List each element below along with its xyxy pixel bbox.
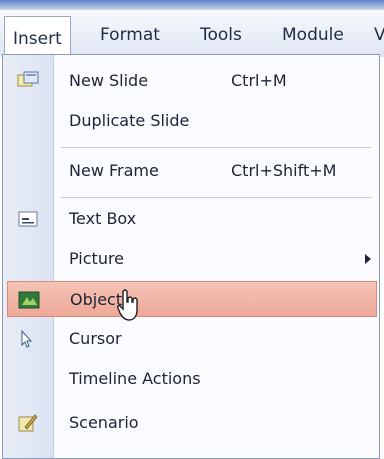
window-title-strip bbox=[0, 0, 384, 10]
menu-item-new-frame[interactable]: New Frame Ctrl+Shift+M bbox=[3, 153, 379, 189]
text-box-icon bbox=[17, 209, 39, 229]
menu-item-new-slide-label: New Slide bbox=[69, 71, 149, 90]
menu-bar: Insert Format Tools Module V bbox=[0, 10, 384, 61]
menu-item-new-slide-shortcut: Ctrl+M bbox=[231, 71, 287, 90]
cursor-icon bbox=[17, 329, 39, 349]
menu-item-object[interactable]: Object... bbox=[7, 281, 377, 317]
scenario-icon bbox=[17, 413, 39, 433]
menu-tools-label: Tools bbox=[200, 25, 242, 45]
submenu-arrow-icon bbox=[365, 254, 371, 264]
menu-view-label: V bbox=[374, 25, 384, 45]
menu-tools[interactable]: Tools bbox=[200, 25, 242, 45]
menu-item-timeline-actions[interactable]: Timeline Actions bbox=[3, 361, 379, 397]
menu-item-timeline-actions-label: Timeline Actions bbox=[69, 369, 201, 388]
menu-separator bbox=[61, 197, 371, 198]
mouse-pointer-icon bbox=[116, 288, 142, 322]
object-icon bbox=[18, 290, 40, 310]
menu-format-label: Format bbox=[100, 25, 160, 45]
menu-format[interactable]: Format bbox=[100, 25, 160, 45]
menu-item-scenario-label: Scenario bbox=[69, 413, 139, 432]
menu-item-picture-label: Picture bbox=[69, 249, 125, 268]
menu-module[interactable]: Module bbox=[282, 25, 344, 45]
menu-item-new-slide[interactable]: New Slide Ctrl+M bbox=[3, 63, 379, 99]
menu-item-text-box-label: Text Box bbox=[69, 209, 137, 228]
menu-item-duplicate-slide[interactable]: Duplicate Slide bbox=[3, 103, 379, 139]
menu-item-cursor[interactable]: Cursor bbox=[3, 321, 379, 357]
menu-item-new-frame-shortcut: Ctrl+Shift+M bbox=[231, 161, 337, 180]
menu-separator bbox=[61, 147, 371, 148]
new-slide-icon bbox=[17, 71, 39, 91]
menu-item-new-frame-label: New Frame bbox=[69, 161, 159, 180]
menu-module-label: Module bbox=[282, 25, 344, 45]
menu-item-scenario[interactable]: Scenario bbox=[3, 405, 379, 441]
insert-dropdown-menu: New Slide Ctrl+M Duplicate Slide New Fra… bbox=[2, 54, 380, 459]
menu-view[interactable]: V bbox=[374, 25, 384, 45]
menu-item-text-box[interactable]: Text Box bbox=[3, 201, 379, 237]
menu-item-picture[interactable]: Picture bbox=[3, 241, 379, 277]
menu-item-cursor-label: Cursor bbox=[69, 329, 122, 348]
menu-item-duplicate-slide-label: Duplicate Slide bbox=[69, 111, 190, 130]
